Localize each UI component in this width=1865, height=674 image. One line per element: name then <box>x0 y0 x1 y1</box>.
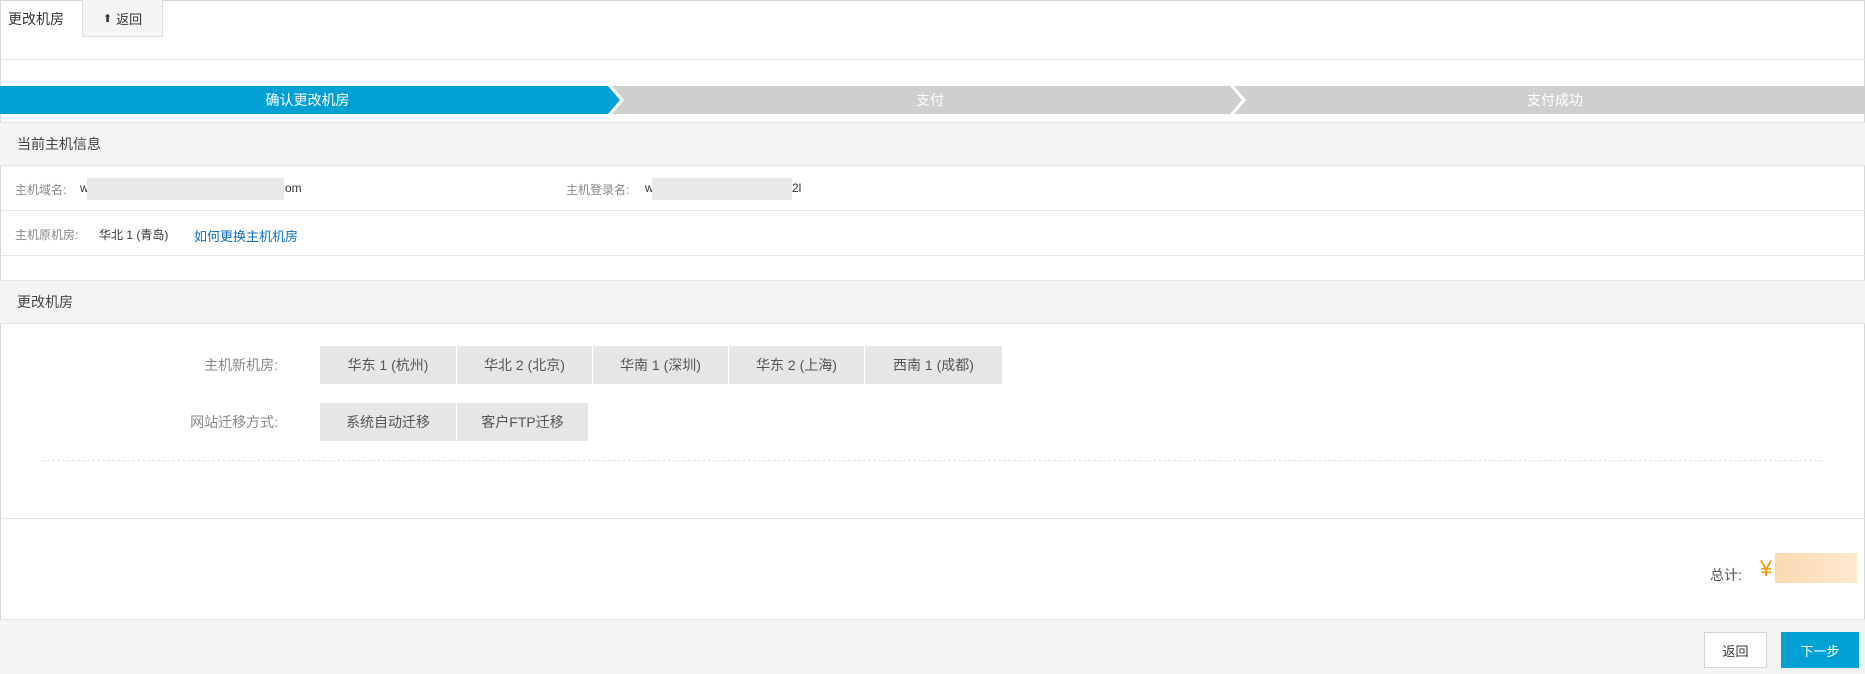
host-room-row: 主机原机房: 华北 1 (青岛) 如何更换主机机房 <box>0 211 1865 256</box>
header-back-label: 返回 <box>116 11 143 27</box>
section-divider <box>0 518 1865 519</box>
migration-label: 网站迁移方式: <box>190 414 278 430</box>
room-option-hangzhou[interactable]: 华东 1 (杭州) <box>320 346 456 384</box>
migration-option-auto[interactable]: 系统自动迁移 <box>320 403 456 441</box>
domain-redaction <box>87 178 284 200</box>
change-room-section-title: 更改机房 <box>0 280 1865 324</box>
page-header: 更改机房 ⬆ 返回 <box>0 0 1865 60</box>
header-back-button[interactable]: ⬆ 返回 <box>82 0 163 37</box>
page-title: 更改机房 <box>8 11 64 27</box>
login-label: 主机登录名: <box>566 183 630 197</box>
form-dashed-divider <box>42 460 1822 461</box>
total-amount-redaction <box>1775 553 1857 583</box>
migration-option-ftp[interactable]: 客户FTP迁移 <box>457 403 588 441</box>
room-option-chengdu[interactable]: 西南 1 (成都) <box>865 346 1002 384</box>
step-pay-label: 支付 <box>916 92 944 108</box>
total-label: 总计: <box>1710 567 1742 583</box>
step-success-label: 支付成功 <box>1527 92 1583 108</box>
new-room-label: 主机新机房: <box>204 357 278 373</box>
next-step-button[interactable]: 下一步 <box>1781 632 1859 668</box>
host-account-row: 主机域名: w om 主机登录名: w 2l <box>0 166 1865 211</box>
login-redaction <box>652 178 792 200</box>
step-confirm-label: 确认更改机房 <box>265 92 350 108</box>
room-option-shenzhen[interactable]: 华南 1 (深圳) <box>593 346 728 384</box>
room-label: 主机原机房: <box>15 228 79 242</box>
domain-label: 主机域名: <box>15 183 67 197</box>
up-arrow-icon: ⬆ <box>102 12 113 25</box>
change-room-help-link[interactable]: 如何更换主机机房 <box>194 226 298 245</box>
login-value-end: 2l <box>792 181 802 195</box>
footer-bar: 返回 下一步 <box>0 619 1865 674</box>
room-option-shanghai[interactable]: 华东 2 (上海) <box>729 346 864 384</box>
total-currency: ¥ <box>1760 556 1773 581</box>
room-value: 华北 1 (青岛) <box>99 228 169 242</box>
progress-steps: 确认更改机房 支付 支付成功 <box>0 86 1865 114</box>
back-button[interactable]: 返回 <box>1704 632 1767 668</box>
current-host-section-title: 当前主机信息 <box>0 122 1865 166</box>
domain-value-end: om <box>285 181 302 195</box>
room-option-beijing[interactable]: 华北 2 (北京) <box>457 346 592 384</box>
